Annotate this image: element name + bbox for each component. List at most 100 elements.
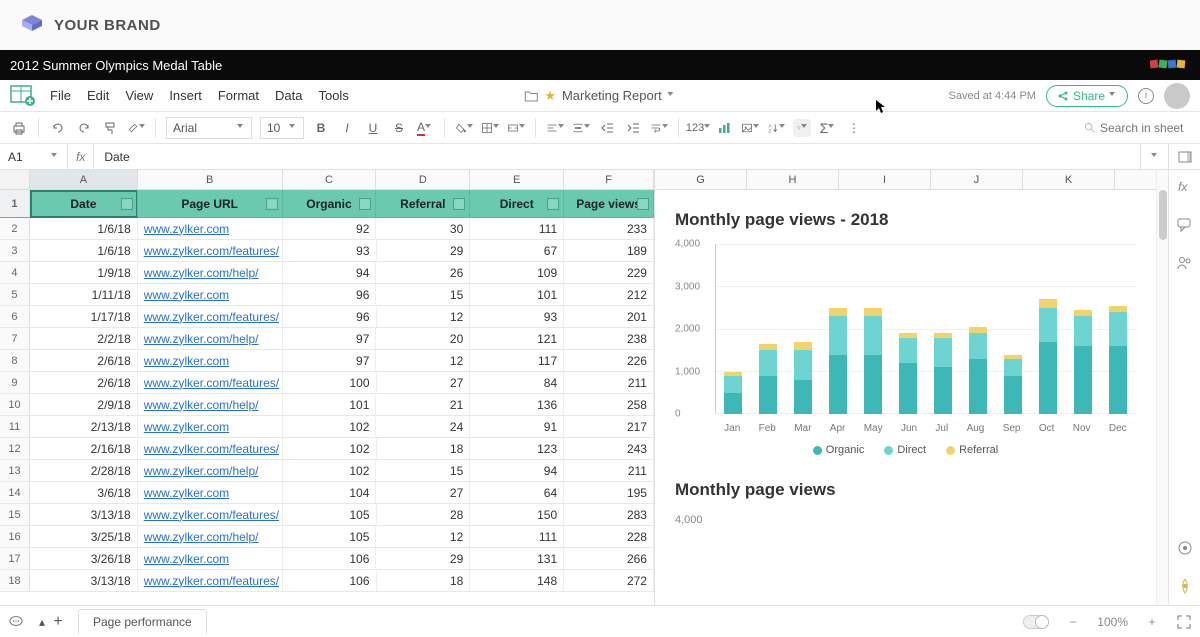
page-url-link[interactable]: www.zylker.com/features/ xyxy=(144,574,279,588)
col-header[interactable]: E xyxy=(470,170,564,189)
fullscreen-icon[interactable] xyxy=(1176,614,1192,630)
page-url-link[interactable]: www.zylker.com xyxy=(144,552,229,566)
clear-format-icon[interactable] xyxy=(127,119,145,137)
spreadsheet-grid[interactable]: A B C D E F 1DatePage URLOrganicReferral… xyxy=(0,170,655,605)
avatar[interactable] xyxy=(1164,83,1190,109)
side-panel-toggle-icon[interactable] xyxy=(1168,144,1200,169)
formula-sigma-icon[interactable]: Σ xyxy=(819,119,837,137)
menu-edit[interactable]: Edit xyxy=(87,88,109,103)
table-row[interactable]: 173/26/18www.zylker.com10629131266 xyxy=(0,548,654,570)
menu-format[interactable]: Format xyxy=(218,88,259,103)
menu-insert[interactable]: Insert xyxy=(169,88,202,103)
table-row[interactable]: 183/13/18www.zylker.com/features/1061814… xyxy=(0,570,654,592)
table-row[interactable]: 21/6/18www.zylker.com9230111233 xyxy=(0,218,654,240)
filter-icon[interactable] xyxy=(793,119,811,137)
table-row[interactable]: 61/17/18www.zylker.com/features/96129320… xyxy=(0,306,654,328)
chat-icon[interactable] xyxy=(8,614,24,630)
zoom-out-icon[interactable]: − xyxy=(1065,614,1081,630)
table-row[interactable]: 31/6/18www.zylker.com/features/932967189 xyxy=(0,240,654,262)
formula-input[interactable]: Date xyxy=(94,150,1140,164)
col-header[interactable]: G xyxy=(655,170,747,189)
table-row[interactable]: 92/6/18www.zylker.com/features/100278421… xyxy=(0,372,654,394)
vertical-scrollbar[interactable] xyxy=(1156,170,1168,605)
formula-expand-icon[interactable] xyxy=(1140,144,1168,169)
redo-icon[interactable] xyxy=(75,119,93,137)
table-row[interactable]: 82/6/18www.zylker.com9712117226 xyxy=(0,350,654,372)
chart-monthly-2018[interactable]: 01,0002,0003,0004,000JanFebMarAprMayJunJ… xyxy=(675,244,1136,434)
search-in-sheet[interactable] xyxy=(1083,121,1190,135)
indent-increase-icon[interactable] xyxy=(624,119,642,137)
table-row[interactable]: 72/2/18www.zylker.com/help/9720121238 xyxy=(0,328,654,350)
page-url-link[interactable]: www.zylker.com xyxy=(144,222,229,236)
zia-assistant-icon[interactable] xyxy=(1176,577,1194,595)
col-header[interactable]: H xyxy=(747,170,839,189)
col-header[interactable]: I xyxy=(839,170,931,189)
toggle-switch[interactable] xyxy=(1023,615,1049,629)
col-header[interactable]: J xyxy=(931,170,1023,189)
table-row[interactable]: 102/9/18www.zylker.com/help/10121136258 xyxy=(0,394,654,416)
insert-sheet-icon[interactable] xyxy=(10,85,36,107)
col-header[interactable]: F xyxy=(564,170,654,189)
strikethrough-icon[interactable]: S xyxy=(390,119,408,137)
col-header[interactable]: A xyxy=(30,170,138,189)
merge-cells-icon[interactable] xyxy=(507,119,525,137)
fx-icon[interactable]: fx xyxy=(68,144,94,169)
search-input[interactable] xyxy=(1100,121,1190,135)
zoom-in-icon[interactable]: + xyxy=(1144,614,1160,630)
borders-icon[interactable] xyxy=(481,119,499,137)
table-row[interactable]: 122/16/18www.zylker.com/features/1021812… xyxy=(0,438,654,460)
sheet-nav-up-icon[interactable]: ▴ xyxy=(34,614,50,630)
more-vertical-icon[interactable]: ⋮ xyxy=(845,119,863,137)
number-format-icon[interactable]: 123 xyxy=(689,119,707,137)
fx-panel-icon[interactable]: fx xyxy=(1176,178,1194,196)
col-header[interactable]: B xyxy=(138,170,283,189)
page-url-link[interactable]: www.zylker.com/features/ xyxy=(144,310,279,324)
table-row[interactable]: 143/6/18www.zylker.com1042764195 xyxy=(0,482,654,504)
page-url-link[interactable]: www.zylker.com/help/ xyxy=(144,398,259,412)
col-header[interactable]: D xyxy=(376,170,470,189)
page-url-link[interactable]: www.zylker.com/help/ xyxy=(144,464,259,478)
bold-icon[interactable]: B xyxy=(312,119,330,137)
table-row[interactable]: 51/11/18www.zylker.com9615101212 xyxy=(0,284,654,306)
table-row[interactable]: 163/25/18www.zylker.com/help/10512111228 xyxy=(0,526,654,548)
col-header[interactable]: C xyxy=(283,170,377,189)
page-url-link[interactable]: www.zylker.com xyxy=(144,354,229,368)
v-align-icon[interactable] xyxy=(572,119,590,137)
table-row[interactable]: 112/13/18www.zylker.com1022491217 xyxy=(0,416,654,438)
doc-breadcrumb[interactable]: ★ Marketing Report xyxy=(524,88,675,104)
insert-chart-icon[interactable] xyxy=(715,119,733,137)
sort-icon[interactable]: AZ xyxy=(767,119,785,137)
table-row[interactable]: 153/13/18www.zylker.com/features/1052815… xyxy=(0,504,654,526)
page-url-link[interactable]: www.zylker.com/help/ xyxy=(144,530,259,544)
font-family-select[interactable]: Arial xyxy=(166,117,252,139)
page-url-link[interactable]: www.zylker.com/help/ xyxy=(144,332,259,346)
page-url-link[interactable]: www.zylker.com/features/ xyxy=(144,508,279,522)
underline-icon[interactable]: U xyxy=(364,119,382,137)
page-url-link[interactable]: www.zylker.com/features/ xyxy=(144,376,279,390)
undo-icon[interactable] xyxy=(49,119,67,137)
font-size-select[interactable]: 10 xyxy=(260,117,304,139)
name-box[interactable]: A1 xyxy=(0,144,68,169)
page-url-link[interactable]: www.zylker.com xyxy=(144,288,229,302)
page-url-link[interactable]: www.zylker.com xyxy=(144,420,229,434)
col-header[interactable]: K xyxy=(1023,170,1115,189)
menu-tools[interactable]: Tools xyxy=(318,88,348,103)
page-url-link[interactable]: www.zylker.com/features/ xyxy=(144,244,279,258)
add-sheet-icon[interactable]: + xyxy=(50,614,66,630)
indent-decrease-icon[interactable] xyxy=(598,119,616,137)
menu-view[interactable]: View xyxy=(125,88,153,103)
italic-icon[interactable]: I xyxy=(338,119,356,137)
table-row[interactable]: 132/28/18www.zylker.com/help/1021594211 xyxy=(0,460,654,482)
page-url-link[interactable]: www.zylker.com/help/ xyxy=(144,266,259,280)
format-painter-icon[interactable] xyxy=(101,119,119,137)
page-url-link[interactable]: www.zylker.com/features/ xyxy=(144,442,279,456)
print-icon[interactable] xyxy=(10,119,28,137)
macro-record-icon[interactable] xyxy=(1176,539,1194,557)
fill-color-icon[interactable] xyxy=(455,119,473,137)
menu-file[interactable]: File xyxy=(50,88,71,103)
comments-panel-icon[interactable] xyxy=(1176,216,1194,234)
table-row[interactable]: 41/9/18www.zylker.com/help/9426109229 xyxy=(0,262,654,284)
insert-image-icon[interactable] xyxy=(741,119,759,137)
h-align-icon[interactable] xyxy=(546,119,564,137)
info-icon[interactable]: i xyxy=(1138,88,1154,104)
